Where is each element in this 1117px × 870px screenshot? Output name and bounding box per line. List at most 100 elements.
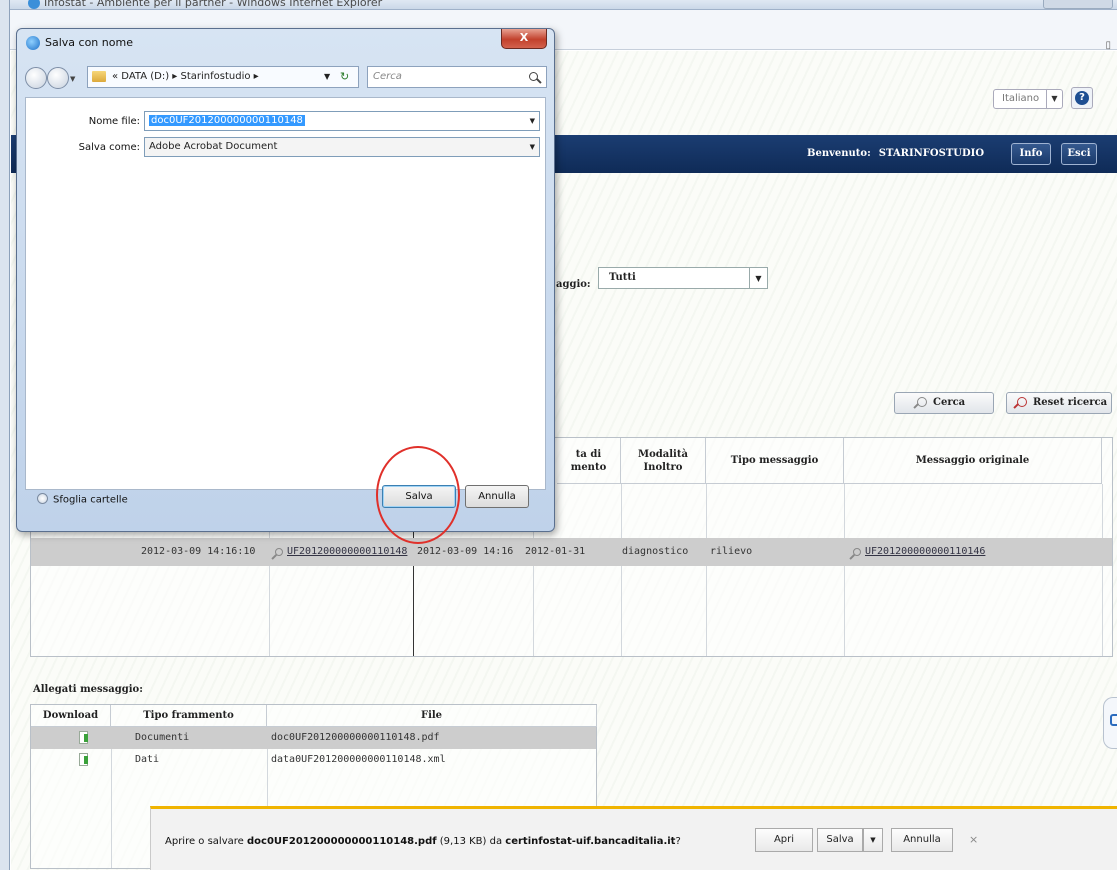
close-icon[interactable]: × xyxy=(969,833,978,846)
chevron-down-icon[interactable]: ▼ xyxy=(70,75,75,83)
dialog-title: Salva con nome xyxy=(45,36,133,49)
column-header-download[interactable]: Download xyxy=(31,705,111,727)
cell-fragment-type: Documenti xyxy=(135,732,190,743)
window-controls[interactable] xyxy=(1043,0,1113,9)
savetype-label: Salva come: xyxy=(78,142,140,153)
browser-title: Infostat - Ambiente per il partner - Win… xyxy=(44,0,383,9)
cancel-download-button[interactable]: Annulla xyxy=(891,828,953,852)
cancel-button[interactable]: Annulla xyxy=(465,485,529,508)
ie-logo-icon xyxy=(28,0,40,9)
search-button-label: Cerca xyxy=(933,397,966,408)
table-row[interactable]: 2012-03-09 14:16:10 UF201200000000110148… xyxy=(31,538,1112,566)
message-type-label: aggio: xyxy=(556,279,591,290)
column-header-fragment[interactable]: Tipo frammento xyxy=(111,705,267,727)
filename-label: Nome file: xyxy=(88,116,140,127)
cell-date-time: 2012-03-09 14:16:10 xyxy=(141,546,256,557)
save-download-button[interactable]: Salva xyxy=(817,828,863,852)
save-options-dropdown[interactable]: ▼ xyxy=(863,828,883,852)
grid-divider xyxy=(1102,484,1103,656)
chevron-down-icon[interactable]: ▼ xyxy=(530,112,535,130)
folder-search-input[interactable]: Cerca xyxy=(367,66,547,88)
cell-type: rilievo xyxy=(710,546,753,557)
cell-send-time: 2012-03-09 14:16 xyxy=(417,546,514,557)
logout-button[interactable]: Esci xyxy=(1061,143,1097,165)
folder-path-bar[interactable]: « DATA (D:) ▸ Starinfostudio ▸ ▼ ↻ xyxy=(87,66,359,88)
download-prefix: Aprire o salvare xyxy=(165,836,244,847)
download-icon[interactable] xyxy=(79,731,88,744)
browse-folders-toggle[interactable]: Sfoglia cartelle xyxy=(37,493,128,506)
dialog-close-button[interactable]: X xyxy=(501,29,547,49)
table-row[interactable]: Dati data0UF201200000000110148.xml xyxy=(31,749,596,771)
column-header-mode[interactable]: Modalità Inoltro xyxy=(621,438,706,484)
info-button[interactable]: Info xyxy=(1011,143,1051,165)
attachments-title: Allegati messaggio: xyxy=(33,684,143,695)
cell-fragment-type: Dati xyxy=(135,754,160,765)
forward-arrow-icon[interactable] xyxy=(47,67,69,89)
widget-icon xyxy=(1110,714,1117,726)
download-size: (9,13 KB) da xyxy=(439,836,503,847)
cell-file-name: doc0UF201200000000110148.pdf xyxy=(271,732,440,743)
message-type-value: Tutti xyxy=(609,272,636,283)
reset-button-label: Reset ricerca xyxy=(1033,397,1108,408)
download-filename: doc0UF201200000000110148.pdf xyxy=(247,836,437,847)
chevron-down-icon: ▼ xyxy=(1046,90,1062,108)
download-icon[interactable] xyxy=(79,753,88,766)
chevron-down-icon: ▼ xyxy=(529,143,535,151)
side-tab[interactable] xyxy=(1103,697,1117,749)
refresh-icon[interactable]: ↻ xyxy=(340,67,349,87)
original-message-link[interactable]: UF201200000000110146 xyxy=(865,546,985,557)
view-icon xyxy=(275,548,283,556)
chevron-down-icon: ▼ xyxy=(870,836,876,844)
page-menu-icon[interactable]: ▯ xyxy=(1105,40,1111,51)
language-select[interactable]: Italiano ▼ xyxy=(993,89,1063,109)
window-border xyxy=(0,0,10,870)
search-icon xyxy=(529,72,538,81)
username: STARINFOSTUDIO xyxy=(878,148,985,159)
grid-divider xyxy=(706,484,707,656)
search-button[interactable]: Cerca xyxy=(894,392,994,414)
welcome-label: Benvenuto: xyxy=(807,148,871,159)
cell-file-name: data0UF201200000000110148.xml xyxy=(271,754,446,765)
filename-value[interactable]: doc0UF201200000000110148 xyxy=(149,115,305,126)
save-as-dialog: Salva con nome X ▼ « DATA (D:) ▸ Starinf… xyxy=(16,28,555,532)
download-host: certinfostat-uif.bancaditalia.it xyxy=(505,836,676,847)
grid-divider xyxy=(844,484,845,656)
message-type-select[interactable]: Tutti ▼ xyxy=(598,267,768,289)
column-header-date[interactable]: ta di mento xyxy=(557,438,621,484)
browse-folders-label: Sfoglia cartelle xyxy=(53,494,128,506)
cell-ref-date: 2012-01-31 xyxy=(525,546,586,557)
cell-mode: diagnostico xyxy=(622,546,689,557)
annotation-circle xyxy=(376,446,460,544)
help-icon: ? xyxy=(1075,91,1089,105)
filename-input[interactable]: doc0UF201200000000110148 ▼ xyxy=(144,111,540,131)
help-button[interactable]: ? xyxy=(1071,87,1093,109)
chevron-down-icon: ▼ xyxy=(749,268,767,288)
chevron-down-icon[interactable]: ▼ xyxy=(324,67,330,87)
download-message: Aprire o salvare doc0UF20120000000011014… xyxy=(165,836,681,847)
expand-icon xyxy=(37,493,48,504)
welcome-text: Benvenuto: STARINFOSTUDIO xyxy=(807,148,984,159)
message-id-link[interactable]: UF201200000000110148 xyxy=(287,546,407,557)
back-arrow-icon[interactable] xyxy=(25,67,47,89)
language-value: Italiano xyxy=(1002,93,1040,104)
column-header-type[interactable]: Tipo messaggio xyxy=(706,438,844,484)
browser-titlebar: Infostat - Ambiente per il partner - Win… xyxy=(0,0,1117,10)
savetype-value: Adobe Acrobat Document xyxy=(149,141,278,152)
column-header-original[interactable]: Messaggio originale xyxy=(844,438,1102,484)
grid-divider xyxy=(621,484,622,656)
table-row[interactable]: Documenti doc0UF201200000000110148.pdf xyxy=(31,727,596,749)
dialog-body: Nome file: doc0UF201200000000110148 ▼ Sa… xyxy=(25,97,546,490)
column-header-file[interactable]: File xyxy=(267,705,597,727)
reset-search-icon xyxy=(1017,397,1027,407)
folder-icon xyxy=(92,71,106,82)
open-button[interactable]: Apri xyxy=(755,828,813,852)
cell-original[interactable]: UF201200000000110146 xyxy=(853,538,985,566)
cell-message-id[interactable]: UF201200000000110148 xyxy=(275,538,407,566)
download-suffix: ? xyxy=(675,836,681,847)
reset-search-button[interactable]: Reset ricerca xyxy=(1006,392,1112,414)
savetype-select[interactable]: Adobe Acrobat Document ▼ xyxy=(144,137,540,157)
search-icon xyxy=(917,397,927,407)
ie-logo-icon xyxy=(26,36,40,50)
folder-path[interactable]: « DATA (D:) ▸ Starinfostudio ▸ xyxy=(112,67,259,87)
search-placeholder: Cerca xyxy=(373,71,402,82)
